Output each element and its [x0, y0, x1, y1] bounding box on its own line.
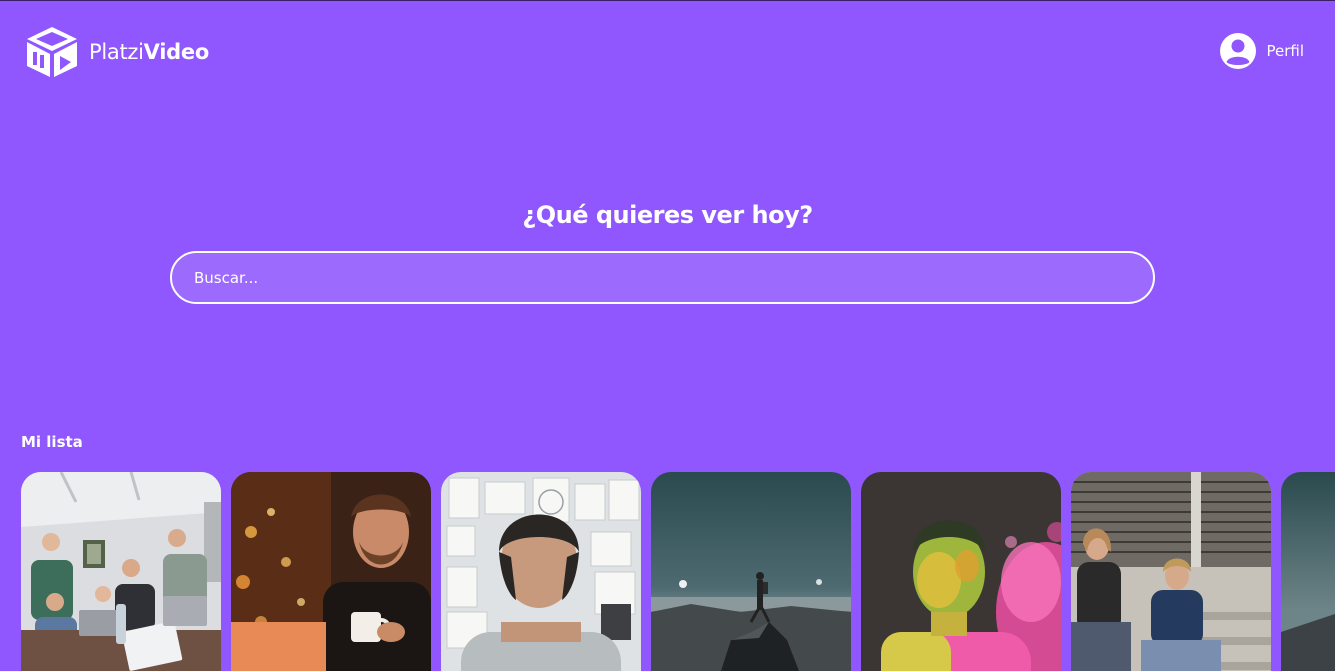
search-input[interactable] — [170, 251, 1155, 304]
video-thumbnail — [651, 472, 851, 671]
cube-play-icon — [27, 27, 77, 77]
video-thumbnail — [21, 472, 221, 671]
header: PlatziVideo Perfil — [0, 1, 1335, 101]
logo[interactable]: PlatziVideo — [25, 25, 209, 79]
section-title: Mi lista — [21, 433, 83, 451]
video-thumbnail — [1071, 472, 1271, 671]
carousel-item[interactable] — [1281, 472, 1335, 671]
carousel-item[interactable] — [441, 472, 641, 671]
video-thumbnail — [441, 472, 641, 671]
carousel-item[interactable] — [21, 472, 221, 671]
carousel-item[interactable] — [651, 472, 851, 671]
video-thumbnail — [231, 472, 431, 671]
profile-label: Perfil — [1266, 42, 1304, 60]
video-thumbnail — [1281, 472, 1335, 671]
hero-title: ¿Qué quieres ver hoy? — [522, 201, 813, 229]
profile-menu[interactable]: Perfil — [1220, 33, 1304, 69]
carousel-track — [21, 472, 1335, 671]
carousel-item[interactable] — [231, 472, 431, 671]
user-avatar-icon — [1220, 33, 1257, 69]
carousel[interactable] — [21, 472, 1335, 671]
logo-text: PlatziVideo — [89, 40, 209, 64]
logo-text-light: Platzi — [89, 40, 144, 64]
carousel-item[interactable] — [861, 472, 1061, 671]
logo-text-bold: Video — [143, 40, 210, 64]
video-thumbnail — [861, 472, 1061, 671]
carousel-item[interactable] — [1071, 472, 1271, 671]
